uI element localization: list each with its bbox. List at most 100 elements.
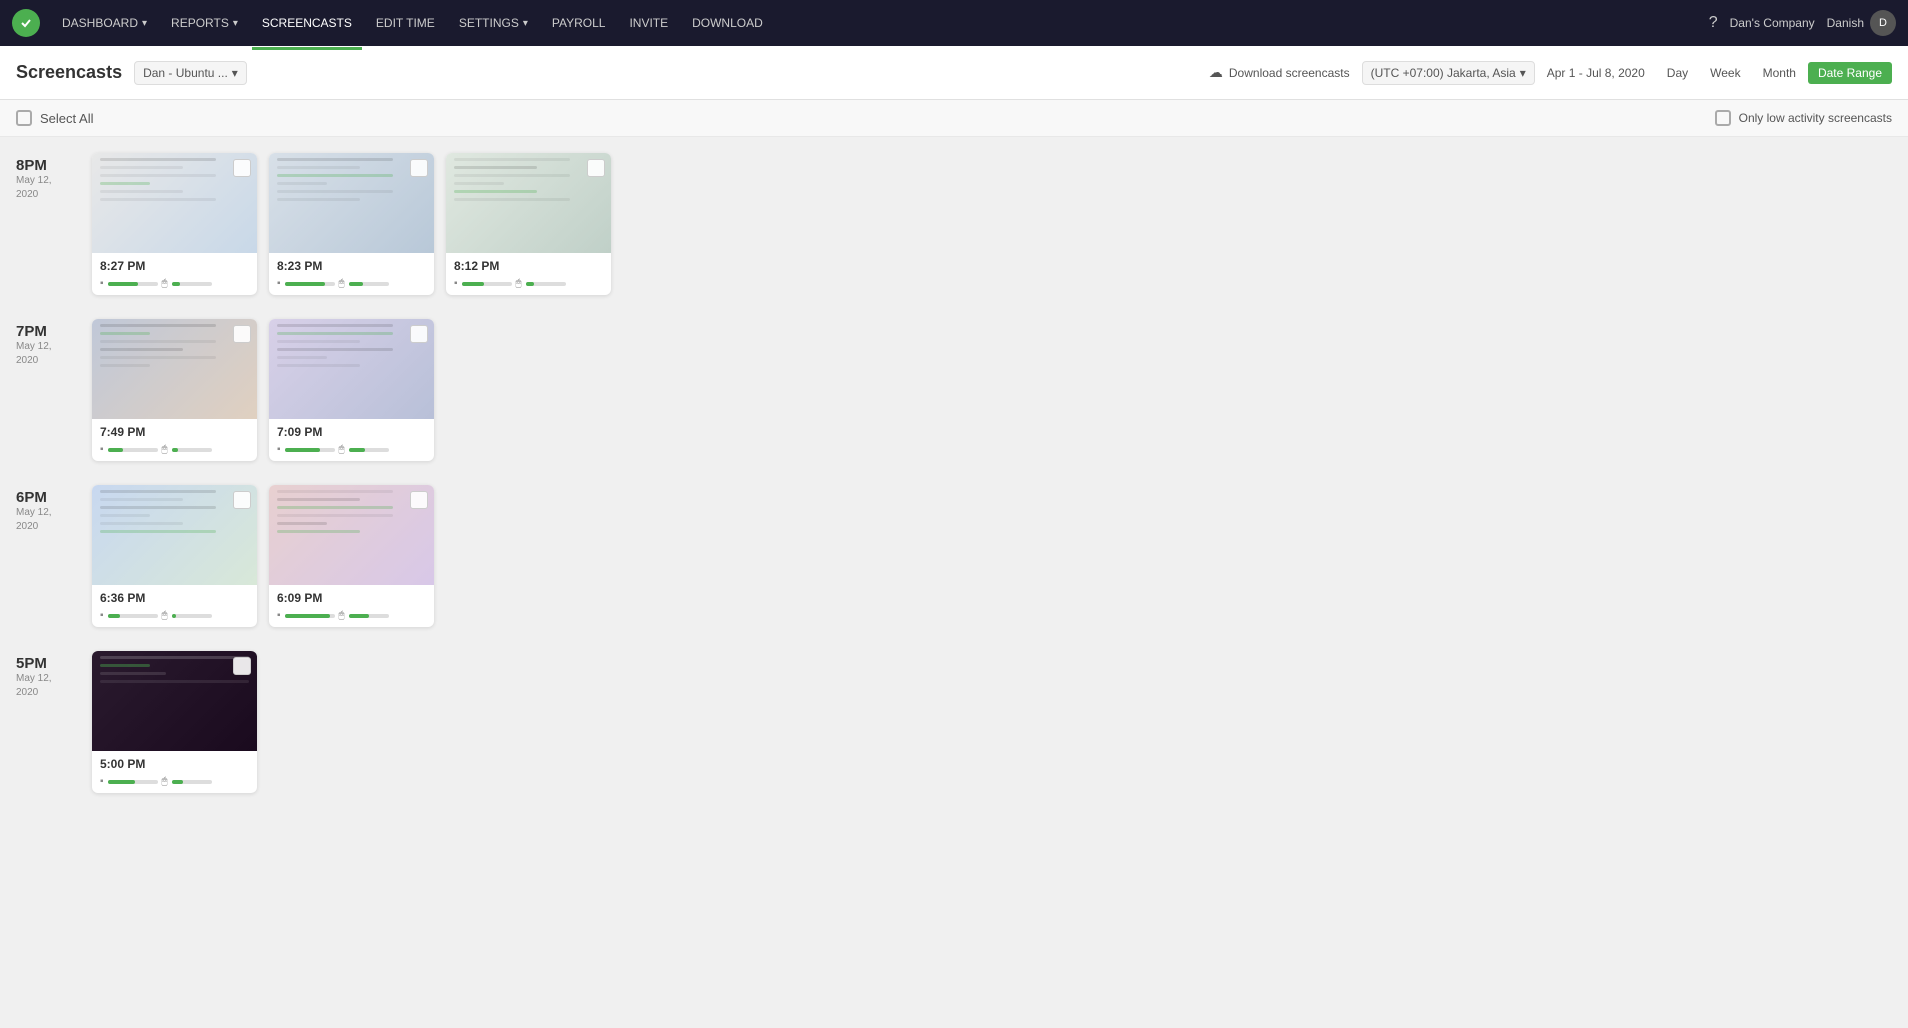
screenshot-checkbox[interactable]	[587, 159, 605, 177]
activity-bar	[108, 282, 158, 286]
screenshot-info: 5:00 PM ▪ 🖱	[92, 751, 257, 793]
nav-edit-time[interactable]: EDIT TIME	[366, 10, 445, 36]
screenshots-row-8pm: 8:27 PM ▪ 🖱	[92, 153, 611, 295]
nav-dashboard[interactable]: DASHBOARD ▾	[52, 10, 157, 36]
nav-right-section: ? Dan's Company Danish D	[1709, 10, 1896, 36]
nav-screencasts[interactable]: SCREENCASTS	[252, 10, 362, 36]
select-all-section: Select All	[16, 110, 93, 126]
screenshots-row-5pm: 5:00 PM ▪ 🖱	[92, 651, 257, 793]
screenshot-checkbox[interactable]	[233, 657, 251, 675]
nav-download[interactable]: DOWNLOAD	[682, 10, 773, 36]
low-activity-section: Only low activity screencasts	[1715, 110, 1892, 126]
time-group-7pm: 7PM May 12,2020 7:49 PM	[16, 319, 1892, 461]
user-menu[interactable]: Danish D	[1827, 10, 1896, 36]
screenshots-row-7pm: 7:49 PM ▪ 🖱	[92, 319, 434, 461]
screenshot-checkbox[interactable]	[410, 325, 428, 343]
page-title: Screencasts	[16, 62, 122, 83]
chevron-down-icon: ▾	[142, 18, 147, 29]
mouse-bar	[349, 614, 389, 618]
screenshot-info: 8:12 PM ▪ 🖱	[446, 253, 611, 295]
select-all-checkbox[interactable]	[16, 110, 32, 126]
monitor-icon: ▪	[454, 278, 458, 289]
nav-payroll[interactable]: PAYROLL	[542, 10, 616, 36]
screenshot-checkbox[interactable]	[410, 159, 428, 177]
screenshot-info: 8:27 PM ▪ 🖱	[92, 253, 257, 295]
screenshot-time: 6:36 PM	[100, 591, 249, 605]
screenshot-info: 6:36 PM ▪ 🖱	[92, 585, 257, 627]
screenshot-checkbox[interactable]	[233, 159, 251, 177]
mouse-icon: 🖱	[162, 776, 168, 787]
monitor-icon: ▪	[100, 444, 104, 455]
screenshot-checkbox[interactable]	[233, 325, 251, 343]
screenshot-card[interactable]: 6:09 PM ▪ 🖱	[269, 485, 434, 627]
mouse-bar	[349, 282, 389, 286]
tab-week[interactable]: Week	[1700, 62, 1750, 84]
screenshot-card[interactable]: 6:36 PM ▪ 🖱	[92, 485, 257, 627]
screenshot-card[interactable]: 8:12 PM ▪ 🖱	[446, 153, 611, 295]
time-label-6pm: 6PM May 12,2020	[16, 485, 76, 534]
mouse-bar	[349, 448, 389, 452]
sub-header-right: ☁ Download screencasts (UTC +07:00) Jaka…	[1209, 61, 1892, 85]
monitor-icon: ▪	[277, 610, 281, 621]
chevron-down-icon: ▾	[523, 18, 528, 29]
avatar: D	[1870, 10, 1896, 36]
nav-reports[interactable]: REPORTS ▾	[161, 10, 248, 36]
screenshot-meta: ▪ 🖱	[100, 444, 249, 455]
activity-bar	[108, 448, 158, 452]
screenshot-card[interactable]: 5:00 PM ▪ 🖱	[92, 651, 257, 793]
help-icon[interactable]: ?	[1709, 14, 1718, 32]
monitor-icon: ▪	[100, 278, 104, 289]
screenshot-time: 7:49 PM	[100, 425, 249, 439]
toolbar: Select All Only low activity screencasts	[0, 100, 1908, 137]
screenshot-checkbox[interactable]	[410, 491, 428, 509]
screenshot-meta: ▪ 🖱	[277, 444, 426, 455]
mouse-bar	[172, 780, 212, 784]
activity-bar	[462, 282, 512, 286]
chevron-down-icon: ▾	[232, 66, 238, 80]
screenshot-card[interactable]: 7:09 PM ▪ 🖱	[269, 319, 434, 461]
screenshot-meta: ▪ 🖱	[100, 776, 249, 787]
hour-label: 8PM	[16, 157, 76, 174]
hour-label: 7PM	[16, 323, 76, 340]
screenshot-card[interactable]: 8:23 PM ▪ 🖱	[269, 153, 434, 295]
screenshot-card[interactable]: 7:49 PM ▪ 🖱	[92, 319, 257, 461]
timezone-selector[interactable]: (UTC +07:00) Jakarta, Asia ▾	[1362, 61, 1535, 85]
screenshot-meta: ▪ 🖱	[100, 610, 249, 621]
screenshots-row-6pm: 6:36 PM ▪ 🖱	[92, 485, 434, 627]
screenshot-checkbox[interactable]	[233, 491, 251, 509]
chevron-down-icon: ▾	[1520, 66, 1526, 80]
select-all-label: Select All	[40, 111, 93, 126]
mouse-icon: 🖱	[162, 444, 168, 455]
screenshot-info: 6:09 PM ▪ 🖱	[269, 585, 434, 627]
mouse-icon: 🖱	[162, 610, 168, 621]
company-name: Dan's Company	[1730, 16, 1815, 30]
time-label-7pm: 7PM May 12,2020	[16, 319, 76, 368]
device-name: Dan - Ubuntu ...	[143, 66, 228, 80]
screenshot-card[interactable]: 8:27 PM ▪ 🖱	[92, 153, 257, 295]
screenshot-info: 8:23 PM ▪ 🖱	[269, 253, 434, 295]
monitor-icon: ▪	[277, 444, 281, 455]
date-label: May 12,2020	[16, 506, 76, 534]
activity-bar	[285, 448, 335, 452]
app-logo	[12, 9, 40, 37]
nav-settings[interactable]: SETTINGS ▾	[449, 10, 538, 36]
date-label: May 12,2020	[16, 672, 76, 700]
tab-day[interactable]: Day	[1657, 62, 1698, 84]
screenshot-meta: ▪ 🖱	[100, 278, 249, 289]
tab-month[interactable]: Month	[1753, 62, 1806, 84]
screenshot-time: 8:27 PM	[100, 259, 249, 273]
upload-icon: ☁	[1209, 64, 1223, 81]
tab-date-range[interactable]: Date Range	[1808, 62, 1892, 84]
screenshot-info: 7:09 PM ▪ 🖱	[269, 419, 434, 461]
nav-invite[interactable]: INVITE	[619, 10, 678, 36]
low-activity-checkbox[interactable]	[1715, 110, 1731, 126]
mouse-icon: 🖱	[339, 444, 345, 455]
user-name: Danish	[1827, 16, 1864, 30]
download-screencasts-button[interactable]: ☁ Download screencasts	[1209, 64, 1350, 81]
activity-bar	[108, 614, 158, 618]
hour-label: 6PM	[16, 489, 76, 506]
device-selector[interactable]: Dan - Ubuntu ... ▾	[134, 61, 247, 85]
time-group-5pm: 5PM May 12,2020 5:00 PM ▪	[16, 651, 1892, 793]
download-label: Download screencasts	[1229, 66, 1350, 80]
monitor-icon: ▪	[100, 610, 104, 621]
